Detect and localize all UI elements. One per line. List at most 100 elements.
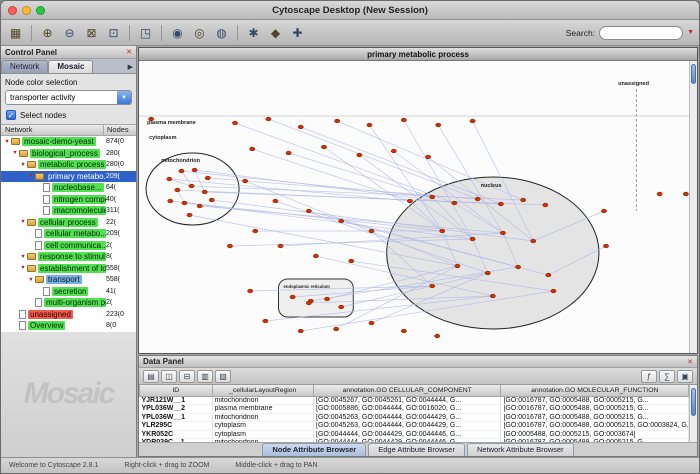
network-node[interactable] (278, 244, 283, 248)
destroy-network-view-button[interactable]: ◎ (190, 23, 209, 42)
network-node[interactable] (452, 201, 457, 205)
network-node[interactable] (306, 209, 311, 213)
zoom-out-button[interactable]: ⊖ (60, 23, 79, 42)
control-panel-close-icon[interactable]: ✕ (126, 48, 132, 56)
network-node[interactable] (430, 284, 435, 288)
tab-network-attribute-browser[interactable]: Network Attribute Browser (467, 443, 574, 456)
tree-item-secretion[interactable]: secretion41( (1, 286, 136, 298)
network-node[interactable] (475, 197, 480, 201)
network-node[interactable] (455, 264, 460, 268)
node-color-dropdown[interactable]: transporter activity ▼ (5, 90, 132, 105)
zoom-in-button[interactable]: ⊕ (38, 23, 57, 42)
network-overview-button[interactable]: ◍ (212, 23, 231, 42)
network-node[interactable] (250, 147, 255, 151)
network-node[interactable] (367, 123, 372, 127)
tree-item-unassigned[interactable]: unassigned223(0 (1, 309, 136, 321)
network-node[interactable] (202, 190, 207, 194)
annotation-button[interactable]: ✱ (244, 23, 263, 42)
network-node[interactable] (187, 213, 192, 217)
network-node[interactable] (333, 327, 338, 331)
tab-network[interactable]: Network (1, 60, 48, 73)
tab-mosaic[interactable]: Mosaic (48, 60, 93, 73)
zoom-fit-button[interactable]: ⊡ (104, 23, 123, 42)
network-node[interactable] (335, 119, 340, 123)
tree-item-response-to-stimul[interactable]: ▼response to stimul...8( (1, 251, 136, 263)
expand-arrow-icon[interactable]: ▼ (27, 173, 35, 179)
network-node[interactable] (498, 202, 503, 206)
network-node[interactable] (470, 237, 475, 241)
network-node[interactable] (515, 265, 520, 269)
canvas-vertical-scrollbar[interactable] (689, 61, 697, 353)
network-node[interactable] (485, 271, 490, 275)
network-node[interactable] (298, 329, 303, 333)
network-node[interactable] (321, 145, 326, 149)
tree-item-establishment-of-lo[interactable]: ▼establishment of lo...558( (1, 263, 136, 275)
network-node[interactable] (205, 176, 210, 180)
network-node[interactable] (521, 198, 526, 202)
network-node[interactable] (182, 201, 187, 205)
column-header-annotation-go-molecular-function[interactable]: annotation.GO MOLECULAR_FUNCTION (501, 385, 689, 396)
create-attribute-button[interactable]: ◫ (161, 370, 177, 383)
table-scroll-thumb[interactable] (691, 388, 696, 416)
select-nodes-checkbox[interactable]: ✓ (6, 110, 16, 120)
tab-scroll-right-icon[interactable]: ▶ (125, 63, 136, 73)
network-node[interactable] (531, 239, 536, 243)
apply-function-button[interactable]: ∑ (659, 370, 675, 383)
tab-edge-attribute-browser[interactable]: Edge Attribute Browser (368, 443, 465, 456)
network-node[interactable] (286, 151, 291, 155)
network-view-title[interactable]: primary metabolic process (139, 48, 697, 61)
network-node[interactable] (298, 125, 303, 129)
vizmapper-button[interactable]: ◆ (266, 23, 285, 42)
network-node[interactable] (168, 199, 173, 203)
network-node[interactable] (209, 198, 214, 202)
tree-item-cellular-process[interactable]: ▼cellular process22( (1, 217, 136, 229)
network-node[interactable] (603, 244, 608, 248)
network-node[interactable] (551, 289, 556, 293)
attribute-batch-button[interactable]: ▥ (197, 370, 213, 383)
network-node[interactable] (167, 177, 172, 181)
network-node[interactable] (324, 297, 329, 301)
network-node[interactable] (546, 273, 551, 277)
network-node[interactable] (189, 184, 194, 188)
minimize-window-button[interactable] (22, 6, 31, 15)
network-node[interactable] (339, 219, 344, 223)
tree-item-macromolecule[interactable]: macromolecule...311( (1, 205, 136, 217)
network-node[interactable] (407, 199, 412, 203)
search-options-arrow-icon[interactable]: ▼ (687, 29, 694, 36)
create-network-view-button[interactable]: ◉ (168, 23, 187, 42)
canvas-scroll-thumb[interactable] (691, 64, 696, 84)
table-row[interactable]: YDR039C__1mitochondrion[GO:0044444, GO:0… (140, 439, 689, 443)
network-node[interactable] (175, 188, 180, 192)
tree-item-nucleobase[interactable]: nucleobase...64( (1, 182, 136, 194)
network-node[interactable] (401, 329, 406, 333)
network-node[interactable] (349, 259, 354, 263)
network-node[interactable] (273, 199, 278, 203)
attribute-select-button[interactable]: ▤ (143, 370, 159, 383)
tree-item-primary-metabo[interactable]: ▼primary metabo...209( (1, 171, 136, 183)
network-node[interactable] (500, 231, 505, 235)
network-node[interactable] (290, 295, 295, 299)
column-header-annotation-go-cellular-component[interactable]: annotation.GO CELLULAR_COMPONENT (314, 385, 501, 396)
delete-table-button[interactable]: ▨ (215, 370, 231, 383)
network-node[interactable] (391, 149, 396, 153)
network-node[interactable] (313, 254, 318, 258)
network-node[interactable] (657, 192, 662, 196)
expand-arrow-icon[interactable]: ▼ (27, 277, 35, 283)
network-node[interactable] (369, 229, 374, 233)
formula-builder-button[interactable]: ƒ (641, 370, 657, 383)
network-node[interactable] (435, 334, 440, 338)
table-row[interactable]: YKR052Ccytoplasm[GO:0044444, GO:0044429,… (140, 430, 689, 439)
network-node[interactable] (339, 305, 344, 309)
title-bar[interactable]: Cytoscape Desktop (New Session) (1, 1, 699, 20)
tree-header-nodes[interactable]: Nodes (104, 125, 136, 135)
expand-arrow-icon[interactable]: ▼ (19, 254, 27, 260)
expand-arrow-icon[interactable]: ▼ (3, 139, 11, 145)
table-row[interactable]: YJR121W__1mitochondrion[GO:0045267, GO:0… (140, 396, 689, 405)
tab-node-attribute-browser[interactable]: Node Attribute Browser (262, 443, 366, 456)
network-node[interactable] (357, 153, 362, 157)
network-node[interactable] (601, 209, 606, 213)
network-node[interactable] (430, 195, 435, 199)
tree-item-transport[interactable]: ▼transport558( (1, 274, 136, 286)
network-node[interactable] (401, 118, 406, 122)
network-node[interactable] (266, 117, 271, 121)
